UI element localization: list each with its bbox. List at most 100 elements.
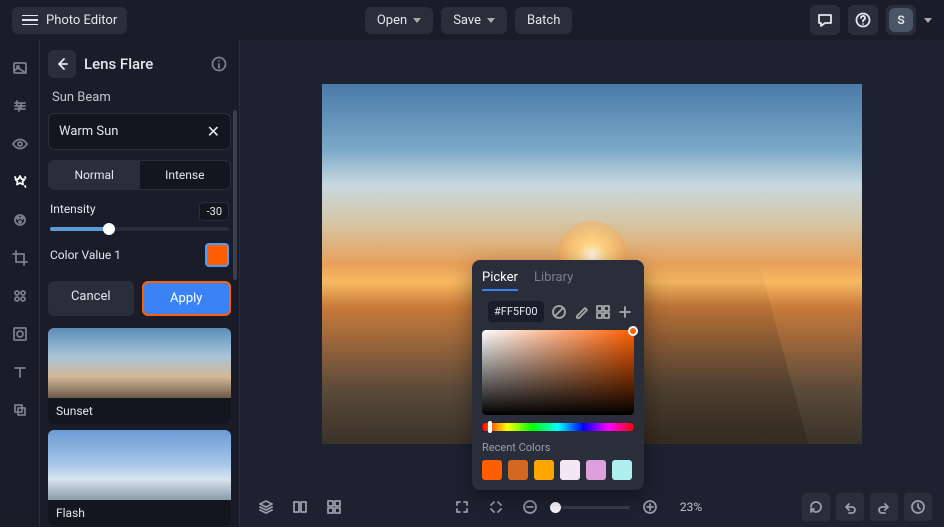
grid-view-button[interactable]: [320, 493, 348, 521]
refresh-icon: [808, 499, 824, 515]
intensity-label: Intensity: [50, 202, 96, 221]
reset-button[interactable]: [802, 493, 830, 521]
panel-title: Lens Flare: [84, 55, 199, 73]
slash-icon: [551, 304, 567, 320]
account-button[interactable]: S: [886, 5, 916, 35]
save-button[interactable]: Save: [441, 7, 507, 34]
help-icon: [855, 12, 871, 28]
mode-intense[interactable]: Intense: [140, 161, 231, 189]
fit-icon: [488, 499, 504, 515]
no-color-button[interactable]: [550, 303, 568, 321]
compare-icon: [292, 499, 308, 515]
rail-layers-icon[interactable]: [10, 400, 30, 420]
undo-icon: [842, 499, 858, 515]
recent-swatch[interactable]: [534, 460, 554, 480]
app-menu-button[interactable]: Photo Editor: [12, 7, 127, 34]
minus-circle-icon: [522, 499, 538, 515]
rail-eye-icon[interactable]: [10, 134, 30, 154]
rail-crop-icon[interactable]: [10, 248, 30, 268]
mode-normal[interactable]: Normal: [49, 161, 140, 189]
saturation-area[interactable]: [482, 330, 634, 415]
thumb-image: [48, 328, 231, 398]
layers-button[interactable]: [252, 493, 280, 521]
grid-icon: [595, 304, 611, 320]
panel-subtitle: Sun Beam: [48, 90, 231, 105]
hue-slider[interactable]: [482, 423, 634, 431]
intensity-slider[interactable]: [50, 227, 229, 231]
stack-icon: [258, 499, 274, 515]
plus-circle-icon: [642, 499, 658, 515]
avatar: S: [889, 8, 913, 32]
thumb-label: Flash: [48, 500, 231, 526]
zoom-slider[interactable]: [550, 506, 630, 509]
hue-cursor[interactable]: [488, 421, 492, 433]
effects-panel: Lens Flare Sun Beam Warm Sun ✕ Normal In…: [40, 40, 240, 527]
chevron-down-icon: [924, 18, 932, 23]
zoom-thumb[interactable]: [550, 502, 561, 513]
arrow-left-icon: [54, 56, 70, 72]
open-button[interactable]: Open: [365, 7, 433, 34]
batch-button[interactable]: Batch: [515, 7, 572, 34]
compare-button[interactable]: [286, 493, 314, 521]
fullscreen-button[interactable]: [448, 493, 476, 521]
hamburger-icon: [22, 15, 38, 26]
info-button[interactable]: [207, 52, 231, 76]
slider-thumb[interactable]: [103, 223, 115, 235]
recent-swatch[interactable]: [482, 460, 502, 480]
zoom-out-button[interactable]: [516, 493, 544, 521]
comments-button[interactable]: [810, 5, 840, 35]
history-button[interactable]: [904, 493, 932, 521]
recent-swatch[interactable]: [508, 460, 528, 480]
rail-image-icon[interactable]: [10, 58, 30, 78]
preset-select[interactable]: Warm Sun ✕: [48, 113, 231, 150]
thumb-image: [48, 430, 231, 500]
canvas-area: Picker Library Recent Colors: [240, 40, 944, 527]
undo-button[interactable]: [836, 493, 864, 521]
app-name: Photo Editor: [46, 13, 117, 28]
scrollbar[interactable]: [233, 110, 237, 280]
fit-button[interactable]: [482, 493, 510, 521]
rail-text-icon[interactable]: [10, 362, 30, 382]
help-button[interactable]: [848, 5, 878, 35]
rail-adjust-icon[interactable]: [10, 96, 30, 116]
saturation-cursor[interactable]: [628, 326, 638, 336]
recent-swatch[interactable]: [612, 460, 632, 480]
color1-label: Color Value 1: [50, 248, 121, 262]
mode-toggle: Normal Intense: [48, 160, 231, 190]
preset-thumb-sunset[interactable]: Sunset: [48, 328, 231, 424]
picker-tab-library[interactable]: Library: [534, 270, 573, 291]
color1-swatch[interactable]: [205, 243, 229, 267]
rail-texture-icon[interactable]: [10, 324, 30, 344]
color-picker-popup: Picker Library Recent Colors: [472, 260, 644, 490]
chat-icon: [817, 12, 833, 28]
intensity-value[interactable]: -30: [199, 202, 229, 221]
redo-button[interactable]: [870, 493, 898, 521]
clear-preset-button[interactable]: ✕: [207, 122, 220, 141]
apply-button[interactable]: Apply: [142, 281, 232, 316]
eyedropper-button[interactable]: [572, 303, 590, 321]
chevron-down-icon: [487, 18, 495, 23]
recent-colors: [482, 460, 634, 480]
preset-thumb-flash[interactable]: Flash: [48, 430, 231, 526]
plus-icon: [617, 304, 633, 320]
cancel-button[interactable]: Cancel: [48, 281, 134, 316]
redo-icon: [876, 499, 892, 515]
grid-icon: [326, 499, 342, 515]
swatches-button[interactable]: [594, 303, 612, 321]
top-bar: Photo Editor Open Save Batch S: [0, 0, 944, 40]
add-color-button[interactable]: [616, 303, 634, 321]
rail-brush-icon[interactable]: [10, 210, 30, 230]
zoom-in-button[interactable]: [636, 493, 664, 521]
rail-effects-icon[interactable]: [10, 172, 30, 192]
recent-swatch[interactable]: [560, 460, 580, 480]
recent-swatch[interactable]: [586, 460, 606, 480]
recent-colors-label: Recent Colors: [482, 441, 634, 454]
picker-tab-picker[interactable]: Picker: [482, 270, 518, 291]
history-icon: [910, 499, 926, 515]
rail-shapes-icon[interactable]: [10, 286, 30, 306]
expand-icon: [454, 499, 470, 515]
preset-value: Warm Sun: [59, 124, 119, 139]
back-button[interactable]: [48, 50, 76, 78]
intensity-control: Intensity -30: [48, 202, 231, 231]
hex-input[interactable]: [488, 301, 544, 322]
